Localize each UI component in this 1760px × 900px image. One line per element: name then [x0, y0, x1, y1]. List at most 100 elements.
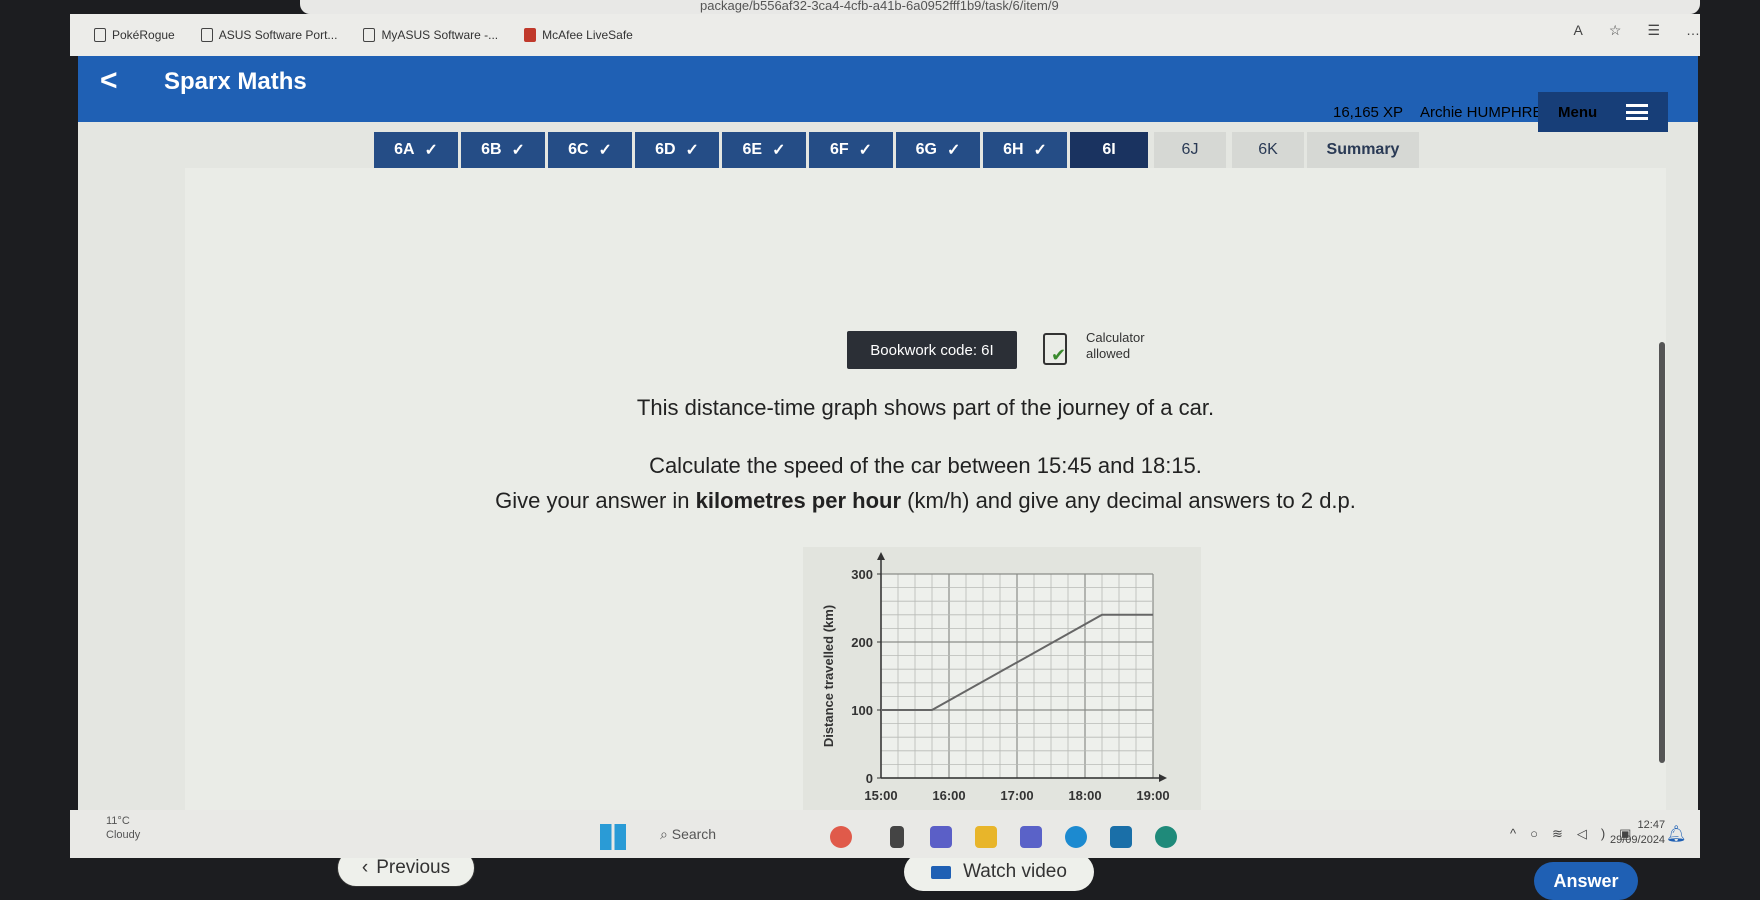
tab-6g[interactable]: 6G ✓	[896, 132, 980, 168]
tab-label: Summary	[1327, 141, 1400, 159]
chart-svg: 010020030015:0016:0017:0018:0019:00TimeD…	[803, 547, 1201, 837]
clock[interactable]: 12:4729/09/2024	[1610, 818, 1665, 848]
bookmark-myasus[interactable]: MyASUS Software -...	[363, 28, 498, 42]
app-title: Sparx Maths	[164, 68, 307, 96]
scrollbar[interactable]	[1659, 342, 1665, 763]
watch-label: Watch video	[963, 861, 1067, 883]
check-icon: ✓	[425, 140, 438, 160]
notification-bell-icon[interactable]: 🔔︎	[1666, 824, 1686, 844]
tab-label: 6I	[1102, 141, 1115, 159]
tab-6f[interactable]: 6F✓	[809, 132, 893, 168]
x-tick-label: 15:00	[864, 788, 897, 803]
hamburger-icon	[1626, 104, 1648, 120]
check-icon: ✓	[1034, 140, 1047, 160]
check-icon: ✓	[599, 140, 612, 160]
app-icon[interactable]	[1155, 826, 1177, 848]
bookwork-code: Bookwork code: 6I	[847, 331, 1017, 369]
edge-icon[interactable]	[1065, 826, 1087, 848]
sparx-app: < Sparx Maths 16,165 XP Archie HUMPHREYS…	[78, 56, 1698, 810]
calculator-allowed-label: allowed	[1086, 346, 1130, 361]
question-card: Bookwork code: 6I Calculator allowed Thi…	[185, 168, 1666, 810]
calculator-allowed-icon	[1043, 333, 1067, 365]
app-icon[interactable]	[1020, 826, 1042, 848]
more-icon[interactable]: …	[1686, 22, 1700, 39]
answer-button[interactable]: Answer	[1534, 862, 1638, 900]
y-tick-label: 0	[866, 771, 873, 786]
search-label: Search	[672, 826, 716, 842]
check-icon: ✓	[947, 140, 960, 160]
read-aloud-icon[interactable]: A	[1574, 22, 1583, 39]
y-tick-label: 100	[851, 703, 873, 718]
tab-label: 6E	[743, 141, 763, 159]
tab-6c[interactable]: 6C ✓	[548, 132, 632, 168]
store-icon[interactable]	[1110, 826, 1132, 848]
tab-label: 6G	[916, 141, 937, 159]
tab-6b[interactable]: 6B✓	[461, 132, 545, 168]
x-tick-label: 19:00	[1136, 788, 1169, 803]
health-app-icon[interactable]	[830, 826, 852, 848]
y-tick-label: 200	[851, 635, 873, 650]
check-icon: ✓	[686, 140, 699, 160]
bookmark-asus[interactable]: ASUS Software Port...	[201, 28, 338, 42]
question-line-2: Calculate the speed of the car between 1…	[185, 453, 1666, 479]
address-bar[interactable]: package/b556af32-3ca4-4cfb-a41b-6a0952ff…	[300, 0, 1700, 14]
tab-summary[interactable]: Summary	[1307, 132, 1419, 168]
tab-6h[interactable]: 6H ✓	[983, 132, 1067, 168]
previous-label: Previous	[376, 857, 450, 879]
teams-icon[interactable]	[930, 826, 952, 848]
bookmark-icon	[94, 28, 106, 42]
watch-video-button[interactable]: Watch video	[904, 853, 1094, 891]
task-tabs: 6A ✓ 6B✓ 6C ✓ 6D ✓ 6E ✓ 6F✓ 6G ✓ 6H ✓ 6I 6J 6K Summary	[374, 132, 1419, 168]
check-icon: ✓	[772, 140, 785, 160]
tab-label: 6H	[1003, 141, 1023, 159]
tab-label: 6F	[830, 141, 849, 159]
favorites-icon[interactable]: ☰	[1647, 22, 1660, 39]
date: 29/09/2024	[1610, 833, 1665, 848]
x-tick-label: 17:00	[1000, 788, 1033, 803]
distance-time-graph: 010020030015:0016:0017:0018:0019:00TimeD…	[803, 547, 1201, 837]
tab-label: 6B	[481, 141, 501, 159]
tab-6d[interactable]: 6D ✓	[635, 132, 719, 168]
unit-bold: kilometres per hour	[696, 488, 901, 513]
windows-start-icon[interactable]	[600, 824, 626, 850]
tab-6j[interactable]: 6J	[1154, 132, 1226, 168]
browser-toolbar: A ☆ ☰ …	[1574, 22, 1700, 39]
tab-label: 6K	[1258, 141, 1278, 159]
tab-label: 6C	[568, 141, 588, 159]
bookmark-mcafee[interactable]: McAfee LiveSafe	[524, 28, 633, 42]
back-button[interactable]: <	[100, 64, 118, 98]
file-explorer-icon[interactable]	[975, 826, 997, 848]
time: 12:47	[1610, 818, 1665, 833]
y-axis-label: Distance travelled (km)	[821, 605, 836, 747]
app-icon[interactable]	[890, 826, 904, 848]
question-line-3: Give your answer in kilometres per hour …	[185, 488, 1666, 514]
bookmarks-bar: PokéRogue ASUS Software Port... MyASUS S…	[70, 14, 1700, 56]
bookmark-label: MyASUS Software -...	[381, 28, 498, 42]
y-axis-arrow	[877, 552, 885, 560]
weather-text: Cloudy	[106, 828, 140, 842]
tab-label: 6D	[655, 141, 675, 159]
taskbar: 11°CCloudy ⌕ Search ^○≋◁)▣ 12:4729/09/20…	[70, 810, 1700, 858]
tab-6a[interactable]: 6A ✓	[374, 132, 458, 168]
x-axis-arrow	[1159, 774, 1167, 782]
temperature: 11°C	[106, 814, 140, 828]
bookmark-label: McAfee LiveSafe	[542, 28, 633, 42]
question-line-1: This distance-time graph shows part of t…	[185, 395, 1666, 421]
text: Give your answer in	[495, 488, 696, 513]
x-tick-label: 16:00	[932, 788, 965, 803]
tab-6i[interactable]: 6I	[1070, 132, 1148, 168]
page-icon	[363, 28, 375, 42]
text: (km/h) and give any decimal answers to 2…	[901, 488, 1356, 513]
taskbar-search[interactable]: ⌕ Search	[650, 818, 770, 850]
menu-button[interactable]: Menu	[1538, 92, 1668, 132]
tab-6e[interactable]: 6E ✓	[722, 132, 806, 168]
favorite-star-icon[interactable]: ☆	[1609, 22, 1622, 39]
tab-6k[interactable]: 6K	[1232, 132, 1304, 168]
tab-label: 6A	[394, 141, 414, 159]
bookmark-pokerogue[interactable]: PokéRogue	[94, 28, 175, 42]
x-tick-label: 18:00	[1068, 788, 1101, 803]
chevron-left-icon: ‹	[362, 857, 368, 879]
weather-widget[interactable]: 11°CCloudy	[106, 814, 140, 842]
mcafee-icon	[524, 28, 536, 42]
page-icon	[201, 28, 213, 42]
